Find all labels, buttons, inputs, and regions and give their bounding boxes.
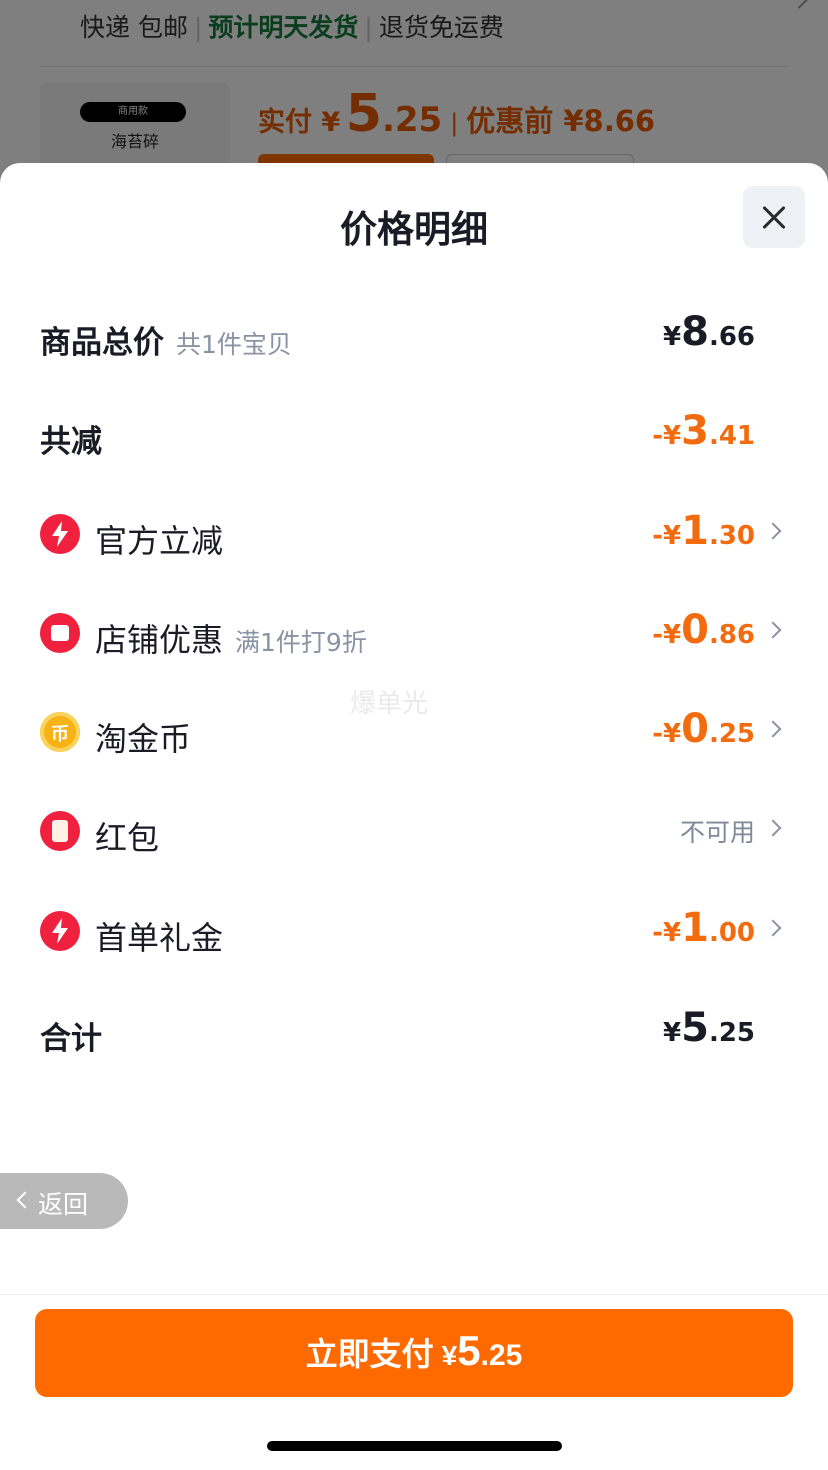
row-label: 合计 xyxy=(40,1021,102,1057)
row-total-price: 商品总价 共1件宝贝 ¥8.66 xyxy=(0,305,828,365)
chevron-right-icon xyxy=(764,819,782,837)
home-indicator[interactable] xyxy=(267,1441,562,1451)
row-total-reduced: 共减 -¥3.41 xyxy=(0,404,828,464)
chevron-left-icon xyxy=(16,1191,34,1209)
row-label: 红包 xyxy=(95,819,160,857)
shop-discount-amount: -¥0.86 xyxy=(652,607,755,653)
row-label: 店铺优惠 满1件打9折 xyxy=(95,621,367,659)
row-sublabel: 共1件宝贝 xyxy=(176,330,292,359)
close-button[interactable] xyxy=(743,186,805,248)
row-label: 官方立减 xyxy=(95,522,224,560)
sum-amount: ¥5.25 xyxy=(663,1005,755,1051)
red-packet-status: 不可用 xyxy=(679,818,755,847)
total-amount: ¥8.66 xyxy=(663,309,755,355)
first-order-amount: -¥1.00 xyxy=(652,905,755,951)
row-label: 商品总价 共1件宝贝 xyxy=(40,325,292,361)
red-envelope-icon xyxy=(40,811,80,851)
coin-icon: 币 xyxy=(40,712,80,752)
lightning-icon xyxy=(40,911,80,951)
official-discount-amount: -¥1.30 xyxy=(652,508,755,554)
row-sum: 合计 ¥5.25 xyxy=(0,1001,828,1061)
back-button[interactable]: 返回 xyxy=(0,1173,128,1229)
row-shop-discount[interactable]: 店铺优惠 满1件打9折 -¥0.86 xyxy=(0,603,828,663)
chevron-right-icon xyxy=(764,720,782,738)
chevron-right-icon xyxy=(764,621,782,639)
pay-now-button[interactable]: 立即支付 ¥5.25 xyxy=(35,1309,793,1397)
lightning-icon xyxy=(40,514,80,554)
row-coins[interactable]: 币 淘金币 -¥0.25 xyxy=(0,702,828,762)
row-sublabel: 满1件打9折 xyxy=(235,628,367,657)
row-label: 首单礼金 xyxy=(95,919,224,957)
row-label: 共减 xyxy=(40,424,102,460)
chevron-right-icon xyxy=(764,919,782,937)
shop-icon xyxy=(40,613,80,653)
sheet-title: 价格明细 xyxy=(340,208,488,251)
footer-divider xyxy=(0,1294,828,1295)
row-label: 淘金币 xyxy=(95,720,192,758)
chevron-right-icon xyxy=(764,522,782,540)
row-red-packet[interactable]: 红包 不可用 xyxy=(0,801,828,861)
row-official-discount[interactable]: 官方立减 -¥1.30 xyxy=(0,504,828,564)
pay-button-label: 立即支付 xyxy=(305,1336,434,1372)
reduced-amount: -¥3.41 xyxy=(652,408,755,454)
back-label: 返回 xyxy=(38,1190,89,1219)
row-first-order-gift[interactable]: 首单礼金 -¥1.00 xyxy=(0,901,828,961)
coins-amount: -¥0.25 xyxy=(652,706,755,752)
price-detail-sheet: 价格明细 商品总价 共1件宝贝 ¥8.66 共减 -¥3.41 官方立减 -¥1.… xyxy=(0,163,828,1470)
